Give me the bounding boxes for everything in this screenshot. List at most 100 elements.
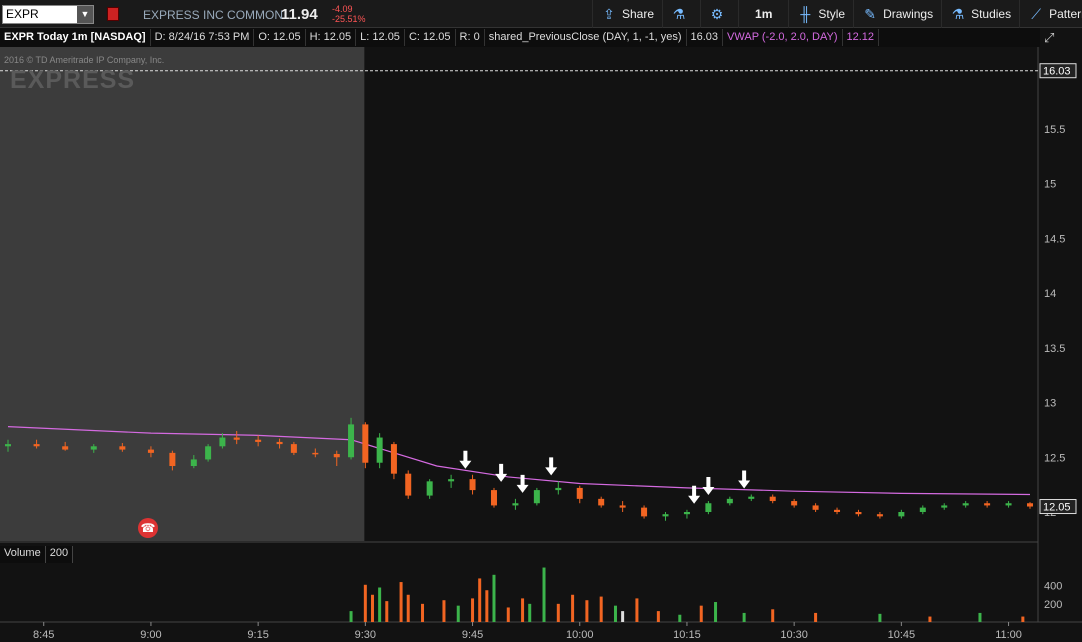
settings-button[interactable]: ⚙ bbox=[700, 0, 738, 28]
volume-bar bbox=[478, 578, 482, 622]
share-label: Share bbox=[622, 7, 655, 21]
volume-value: 200 bbox=[45, 546, 74, 563]
candle-icon: ╫ bbox=[800, 6, 811, 22]
timeframe-button[interactable]: 1m bbox=[738, 0, 788, 28]
volume-bar bbox=[456, 605, 460, 622]
alert-flag-icon[interactable] bbox=[107, 7, 119, 21]
last-price: 11.94 bbox=[281, 6, 318, 23]
beaker-icon: ⚗ bbox=[951, 6, 965, 22]
candle-body bbox=[941, 505, 948, 508]
volume-bar bbox=[349, 611, 353, 622]
volume-bar bbox=[621, 611, 625, 622]
candle-body bbox=[362, 424, 369, 463]
volume-bar bbox=[485, 590, 489, 622]
prev-close-value: 16.03 bbox=[687, 29, 724, 46]
symbol-dropdown-icon[interactable]: ▼ bbox=[77, 6, 93, 23]
candle-body bbox=[1027, 503, 1033, 507]
volume-bar bbox=[471, 598, 475, 622]
volume-bar bbox=[699, 605, 703, 622]
price-change: -4.09 -25.51% bbox=[332, 4, 366, 24]
gear-icon: ⚙ bbox=[710, 6, 724, 22]
last-price-label: 12.05 bbox=[1043, 502, 1071, 514]
candle-body bbox=[448, 479, 455, 482]
flask-button[interactable]: ⚗ bbox=[662, 0, 700, 28]
flask-icon: ⚗ bbox=[672, 6, 686, 22]
volume-bar bbox=[370, 594, 374, 622]
candle-body bbox=[748, 496, 755, 499]
style-button[interactable]: ╫ Style bbox=[788, 0, 853, 28]
y-tick-label: 15 bbox=[1044, 179, 1056, 191]
volume-bar bbox=[1021, 616, 1025, 622]
candle-body bbox=[190, 459, 197, 467]
candle-body bbox=[984, 503, 991, 506]
volume-bar bbox=[399, 582, 403, 622]
company-watermark: EXPRESS bbox=[10, 66, 136, 94]
candle-body bbox=[962, 503, 969, 506]
volume-bar bbox=[814, 612, 818, 622]
x-tick-label: 9:30 bbox=[355, 629, 376, 641]
candle-body bbox=[276, 441, 283, 445]
candle-body bbox=[90, 446, 97, 450]
candle-body bbox=[312, 452, 319, 455]
y-tick-label: 13.5 bbox=[1044, 343, 1065, 355]
candle-body bbox=[5, 444, 11, 447]
x-tick-label: 9:15 bbox=[247, 629, 268, 641]
x-tick-label: 10:45 bbox=[888, 629, 916, 641]
share-icon: ⇪ bbox=[603, 6, 615, 22]
price-chart[interactable]: 1212.51313.51414.51515.51616.0312.052004… bbox=[0, 0, 1082, 642]
phone-event-icon[interactable]: ☎ bbox=[138, 518, 158, 538]
pencil-icon: ✎ bbox=[864, 6, 876, 22]
volume-bar bbox=[506, 607, 510, 622]
volume-bar bbox=[656, 611, 660, 622]
volume-bar bbox=[742, 612, 746, 622]
share-button[interactable]: ⇪ Share bbox=[592, 0, 662, 28]
drawings-label: Drawings bbox=[883, 7, 934, 21]
candle-body bbox=[333, 453, 340, 458]
chart-title: EXPR Today 1m [NASDAQ] bbox=[0, 29, 151, 46]
y-tick-label: 15.5 bbox=[1044, 124, 1065, 136]
volume-bar bbox=[363, 584, 367, 622]
volume-bar bbox=[613, 605, 617, 622]
vwap-study[interactable]: VWAP (-2.0, 2.0, DAY) bbox=[723, 29, 843, 46]
expand-icon[interactable]: ⤢ bbox=[1044, 30, 1062, 46]
candle-body bbox=[169, 452, 176, 467]
candle-body bbox=[876, 514, 883, 517]
net-change: -4.09 bbox=[332, 4, 353, 14]
info-low: L: 12.05 bbox=[356, 29, 405, 46]
x-tick-label: 9:45 bbox=[462, 629, 483, 641]
candle-body bbox=[147, 449, 154, 453]
candle-body bbox=[33, 444, 40, 447]
candle-body bbox=[834, 509, 841, 512]
volume-tick-label: 400 bbox=[1044, 581, 1062, 593]
candle-body bbox=[919, 507, 926, 512]
volume-bar bbox=[421, 603, 425, 622]
drawings-button[interactable]: ✎ Drawings bbox=[853, 0, 941, 28]
candle-body bbox=[490, 490, 497, 506]
symbol-text: EXPR bbox=[6, 7, 39, 21]
info-range: R: 0 bbox=[456, 29, 485, 46]
info-high: H: 12.05 bbox=[306, 29, 357, 46]
candle-body bbox=[255, 439, 262, 442]
volume-tick-label: 200 bbox=[1044, 599, 1062, 611]
candle-body bbox=[348, 424, 355, 458]
volume-bar bbox=[378, 587, 382, 622]
x-tick-label: 8:45 bbox=[33, 629, 54, 641]
prev-close-study[interactable]: shared_PreviousClose (DAY, 1, -1, yes) bbox=[485, 29, 687, 46]
timeframe-label: 1m bbox=[755, 7, 773, 21]
volume-bar bbox=[599, 596, 603, 622]
symbol-input[interactable]: EXPR ▼ bbox=[2, 5, 94, 24]
candle-body bbox=[426, 481, 433, 496]
volume-bar bbox=[385, 601, 389, 622]
premarket-shading bbox=[0, 47, 365, 541]
candle-body bbox=[205, 446, 212, 460]
patterns-button[interactable]: ⟋ Patterns bbox=[1019, 0, 1082, 28]
x-tick-label: 11:00 bbox=[995, 629, 1022, 641]
studies-button[interactable]: ⚗ Studies bbox=[941, 0, 1019, 28]
info-close: C: 12.05 bbox=[405, 29, 456, 46]
candle-body bbox=[769, 496, 776, 502]
volume-label: Volume bbox=[0, 546, 46, 563]
candle-body bbox=[1005, 503, 1012, 506]
studies-label: Studies bbox=[971, 7, 1012, 21]
volume-bar bbox=[678, 614, 682, 622]
volume-bar bbox=[442, 600, 446, 622]
